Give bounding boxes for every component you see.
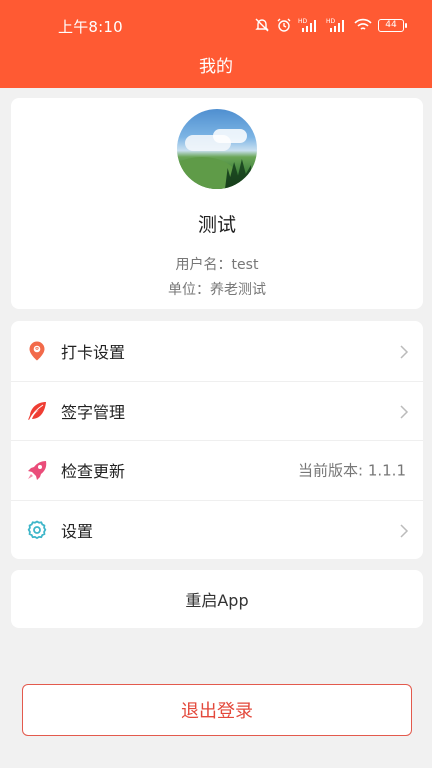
status-time: 上午8:10: [58, 18, 123, 36]
svg-text:HD: HD: [298, 18, 308, 25]
rocket-icon: [26, 459, 48, 481]
menu-item-label: 设置: [61, 521, 94, 541]
logout-label: 退出登录: [181, 701, 253, 722]
chevron-right-icon: [399, 344, 409, 359]
gear-icon: [26, 519, 48, 541]
menu-item-signature-management[interactable]: 签字管理: [11, 380, 423, 441]
avatar-cloud: [213, 129, 247, 143]
svg-text:HD: HD: [326, 18, 336, 25]
menu-item-checkin-settings[interactable]: 打卡设置: [11, 321, 423, 381]
restart-app-button[interactable]: 重启App: [11, 570, 423, 628]
page-title: 我的: [199, 57, 233, 77]
profile-card: 测试 用户名：test 单位：养老测试: [11, 98, 423, 309]
profile-unit: 单位：养老测试: [168, 282, 266, 298]
mute-icon: [254, 17, 270, 33]
chevron-right-icon: [399, 404, 409, 419]
feather-icon: [26, 400, 48, 422]
battery-icon: 44: [378, 18, 407, 32]
wifi-icon: [354, 18, 372, 32]
menu-card: 打卡设置 签字管理 检查更新 当前版本: 1.1.1 设置: [11, 321, 423, 559]
profile-username: 用户名：test: [175, 257, 259, 273]
location-pin-icon: [26, 340, 48, 362]
hd-signal-icon: HD: [326, 17, 348, 33]
alarm-icon: [276, 17, 292, 33]
menu-item-check-update[interactable]: 检查更新 当前版本: 1.1.1: [11, 440, 423, 500]
status-icons: HD HD 44: [254, 15, 407, 35]
menu-item-settings[interactable]: 设置: [11, 499, 423, 560]
current-version: 当前版本: 1.1.1: [298, 461, 406, 480]
menu-item-label: 打卡设置: [61, 342, 126, 362]
avatar[interactable]: [177, 109, 257, 189]
hd-signal-icon: HD: [298, 17, 320, 33]
chevron-right-icon: [399, 523, 409, 538]
profile-name: 测试: [197, 214, 236, 236]
menu-item-label: 签字管理: [61, 402, 126, 422]
restart-app-label: 重启App: [185, 591, 249, 610]
menu-item-label: 检查更新: [61, 462, 126, 482]
status-bar: 上午8:10 HD HD 44: [0, 0, 432, 44]
logout-button[interactable]: 退出登录: [22, 684, 412, 736]
app-header: 上午8:10 HD HD 44 我的: [0, 0, 432, 88]
